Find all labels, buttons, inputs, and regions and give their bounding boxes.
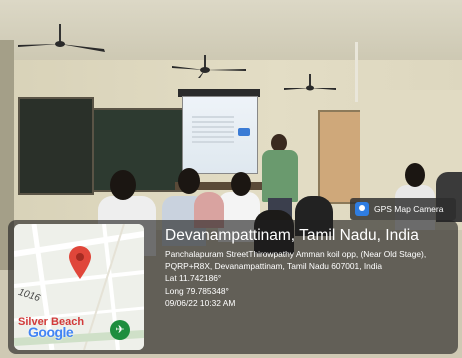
poi-icon: ✈ — [110, 320, 130, 340]
timestamp-text: 09/06/22 10:32 AM — [165, 298, 236, 308]
student-head — [110, 170, 136, 200]
side-door — [318, 110, 364, 204]
blackboard-right — [92, 108, 186, 192]
google-logo-text: Google — [28, 324, 74, 340]
gps-map-camera-badge: GPS Map Camera — [350, 198, 456, 220]
student-head — [405, 163, 425, 187]
google-logo: Google — [28, 324, 74, 340]
blackboard-left — [18, 97, 94, 195]
gps-badge-label: GPS Map Camera — [374, 204, 444, 214]
student-head — [178, 168, 200, 194]
teacher-body — [262, 150, 298, 202]
photo-scene: GPS Map Camera 1016 Silver Beach Google … — [0, 0, 462, 358]
location-pin-icon — [69, 246, 91, 279]
ceiling-fan-1 — [18, 24, 105, 52]
map-thumbnail: 1016 Silver Beach Google ✈ — [14, 224, 144, 350]
slide-badge — [238, 128, 250, 136]
ceiling-fan-3 — [284, 74, 336, 91]
longitude-text: Long 79.785348° — [165, 285, 229, 296]
camera-location-icon — [355, 202, 369, 216]
slide-content — [192, 116, 234, 146]
ceiling-fan-2 — [172, 55, 246, 78]
location-details: Devanampattinam, Tamil Nadu, India Panch… — [165, 226, 455, 310]
location-title: Devanampattinam, Tamil Nadu, India — [165, 227, 419, 244]
latitude-text: Lat 11.742186° — [165, 273, 222, 283]
location-address: Panchalapuram StreetThirowpathy Amman ko… — [165, 249, 427, 271]
student-head — [231, 172, 251, 196]
